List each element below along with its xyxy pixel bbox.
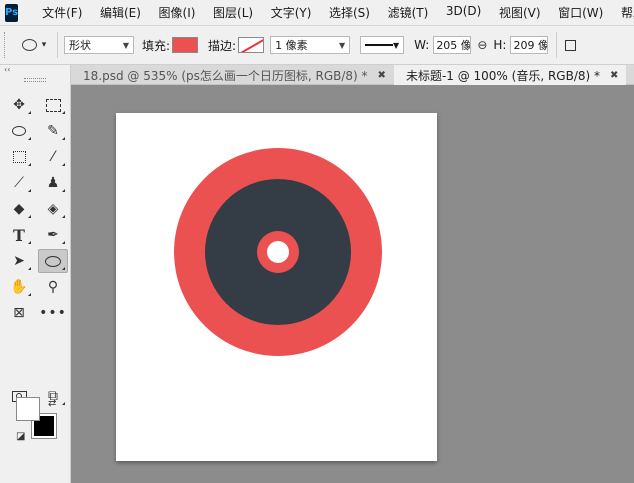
path-operations-icon[interactable] (565, 39, 577, 51)
height-label: H: (493, 38, 507, 52)
menu-items: 文件(F) 编辑(E) 图像(I) 图层(L) 文字(Y) 选择(S) 滤镜(T… (38, 4, 634, 21)
menu-type[interactable]: 文字(Y) (267, 4, 316, 21)
height-input[interactable]: 209 像素 (510, 36, 549, 54)
chevron-down-icon: ▼ (338, 40, 346, 50)
ellipse-shape (45, 255, 61, 267)
tab-untitled-1[interactable]: 未标题-1 @ 100% (音乐, RGB/8) * ✖ (393, 65, 627, 85)
path-selection-tool-icon[interactable]: ➤ (5, 250, 33, 272)
stroke-width-value: 1 像素 (275, 39, 308, 52)
tab-label: 未标题-1 @ 100% (音乐, RGB/8) * (405, 68, 601, 83)
artwork (174, 148, 382, 356)
width-label: W: (414, 38, 430, 52)
mode-select-value: 形状 (69, 39, 91, 52)
width-input[interactable]: 205 像素 (433, 36, 472, 54)
menu-select[interactable]: 选择(S) (325, 4, 374, 21)
frame-tool-icon[interactable]: ⊠ (5, 302, 33, 324)
canvas-workspace[interactable] (71, 85, 634, 483)
tab-label: 18.psd @ 535% (ps怎么画一个日历图标, RGB/8) * (83, 68, 368, 83)
marquee-shape (45, 98, 61, 112)
fill-color-swatch[interactable] (172, 37, 199, 53)
foreground-color-swatch[interactable] (16, 397, 40, 421)
lasso-tool-icon[interactable] (5, 120, 33, 142)
menu-3d[interactable]: 3D(D) (442, 4, 485, 21)
eyedropper-tool-icon[interactable]: ⁄ (39, 146, 67, 168)
tool-preset-picker[interactable]: ▾ (17, 33, 51, 57)
toolbox-grip[interactable] (24, 78, 46, 82)
photoshop-logo: Ps (5, 3, 19, 22)
more-tools-icon[interactable]: ••• (39, 302, 67, 324)
quick-selection-tool-icon[interactable]: ✎ (39, 120, 67, 142)
paint-bucket-tool-icon[interactable]: ◈ (39, 198, 67, 220)
move-tool-icon[interactable]: ✥ (5, 94, 33, 116)
chevron-down-icon: ▼ (392, 40, 400, 50)
menu-layer[interactable]: 图层(L) (209, 4, 257, 21)
menu-image[interactable]: 图像(I) (155, 4, 200, 21)
options-bar: ▾ 形状 ▼ 填充: 描边: 1 像素 ▼ ▼ W: 205 像素 ⊖ H: 2… (0, 25, 634, 65)
separator (556, 32, 558, 58)
separator (57, 32, 58, 58)
options-grip[interactable] (4, 32, 7, 58)
toolbox: ‹‹ ✥ ✎ ⁄ ⟋ ♟ ◆ ◈ T ✒ ➤ ✋ ⚲ ⊠ ••• ⇄ ◪ ⧉ (0, 65, 71, 483)
menu-window[interactable]: 窗口(W) (554, 4, 607, 21)
marquee-tool-icon[interactable] (39, 94, 67, 116)
chevron-down-icon: ▾ (41, 40, 47, 50)
stroke-type-select[interactable]: ▼ (360, 36, 405, 54)
stroke-line-icon (365, 44, 393, 46)
ellipse-tool-icon (21, 39, 37, 51)
document-canvas[interactable] (116, 113, 437, 461)
center-hole (267, 241, 289, 263)
menu-help[interactable]: 帮助(H) (617, 4, 634, 21)
crop-shape (12, 151, 26, 163)
stroke-label: 描边: (208, 38, 237, 53)
pen-tool-icon[interactable]: ✒ (39, 224, 67, 246)
eraser-tool-icon[interactable]: ◆ (5, 198, 33, 220)
fill-label: 填充: (142, 38, 171, 53)
stamp-tool-icon[interactable]: ♟ (39, 172, 67, 194)
hand-tool-icon[interactable]: ✋ (5, 276, 33, 298)
stroke-color-swatch[interactable] (238, 37, 265, 53)
menu-filter[interactable]: 滤镜(T) (384, 4, 433, 21)
screen-mode-icon[interactable]: ⧉ (39, 385, 67, 407)
link-icon[interactable]: ⊖ (477, 38, 487, 52)
lasso-shape (12, 126, 26, 136)
chevron-down-icon: ▼ (122, 40, 129, 50)
type-tool-icon[interactable]: T (5, 224, 33, 246)
close-icon[interactable]: ✖ (610, 70, 618, 81)
zoom-tool-icon[interactable]: ⚲ (39, 276, 67, 298)
menu-view[interactable]: 视图(V) (495, 4, 545, 21)
tab-18-psd[interactable]: 18.psd @ 535% (ps怎么画一个日历图标, RGB/8) * ✖ (71, 65, 394, 85)
mode-select[interactable]: 形状 ▼ (64, 36, 134, 54)
close-icon[interactable]: ✖ (378, 70, 386, 81)
menu-edit[interactable]: 编辑(E) (96, 4, 145, 21)
menu-bar: Ps 文件(F) 编辑(E) 图像(I) 图层(L) 文字(Y) 选择(S) 滤… (0, 0, 634, 25)
toolbox-collapse[interactable]: ‹‹ (0, 65, 70, 75)
ellipse-tool-icon[interactable] (38, 249, 68, 273)
default-colors-icon[interactable]: ◪ (16, 431, 25, 442)
stroke-width-select[interactable]: 1 像素 ▼ (270, 36, 351, 54)
menu-file[interactable]: 文件(F) (38, 4, 86, 21)
brush-tool-icon[interactable]: ⟋ (5, 172, 33, 194)
crop-tool-icon[interactable] (5, 146, 33, 168)
document-tab-bar: 18.psd @ 535% (ps怎么画一个日历图标, RGB/8) * ✖ 未… (71, 65, 634, 85)
